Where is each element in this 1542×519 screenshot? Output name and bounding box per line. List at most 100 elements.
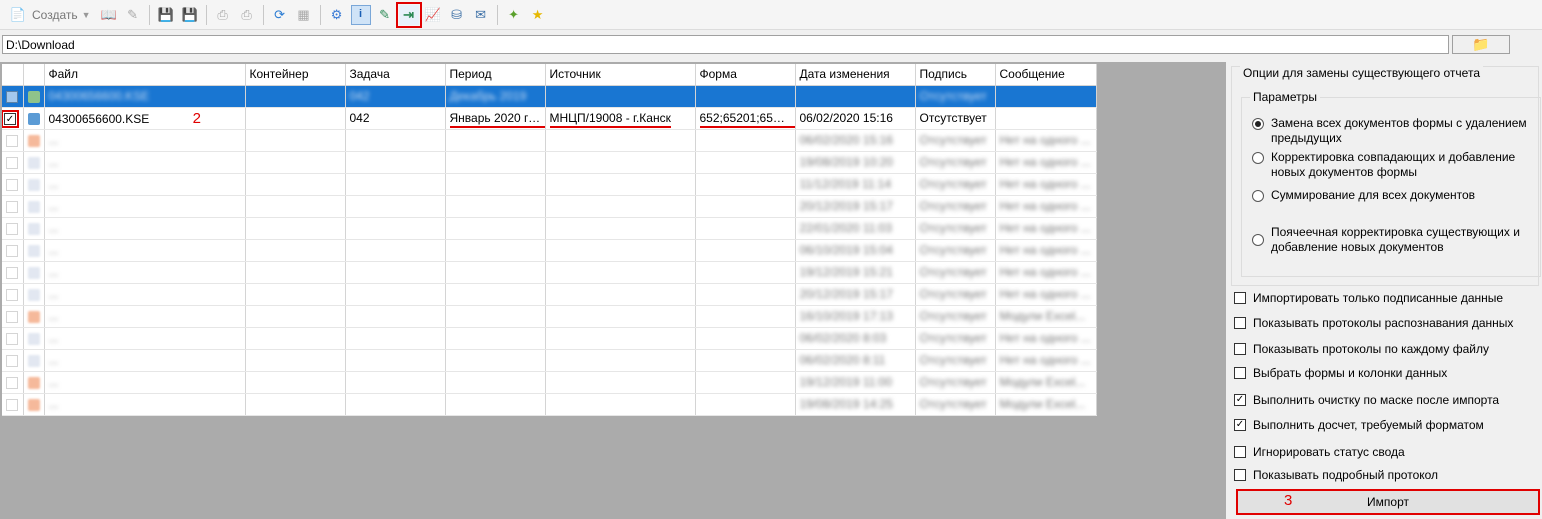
table-row[interactable]: ... 19/12/2019 11:00 Отсутствует Модули Exc…	[2, 371, 1097, 394]
row-checkbox-cell[interactable]	[2, 371, 24, 394]
row-checkbox[interactable]	[6, 178, 18, 191]
checkbox[interactable]	[1234, 367, 1246, 379]
header-container[interactable]: Контейнер	[245, 64, 346, 86]
header-message[interactable]: Сообщение	[995, 64, 1097, 86]
row-checkbox[interactable]	[6, 222, 18, 235]
settings-icon[interactable]: ⚙	[327, 5, 347, 25]
table-row[interactable]: ... 22/01/2020 11:03 Отсутствует Нет на одн…	[2, 217, 1097, 240]
radio-button[interactable]	[1252, 118, 1264, 130]
new-document-icon[interactable]: 📄	[8, 5, 28, 25]
table-row[interactable]: ... 06/02/2020 8:11 Отсутствует Нет на одно…	[2, 349, 1097, 372]
checkbox-checked[interactable]: ✓	[1234, 394, 1246, 406]
row-checkbox-cell[interactable]	[2, 85, 24, 108]
refresh-icon[interactable]: ⟳	[270, 5, 290, 25]
checkbox[interactable]	[1234, 469, 1246, 481]
edit-document-icon[interactable]: ✎	[123, 5, 143, 25]
row-checkbox-cell[interactable]	[2, 349, 24, 372]
table-row[interactable]: ... 20/12/2019 15:17 Отсутствует Нет на одн…	[2, 195, 1097, 218]
table-row-checked[interactable]: ✓ 04300656600.KSE 2 042 Январь 2020 го..…	[2, 107, 1097, 130]
row-checkbox-cell[interactable]	[2, 305, 24, 328]
table-row[interactable]: ... 19/08/2019 14:25 Отсутствует Модули Exc…	[2, 393, 1097, 416]
notepad-icon[interactable]: ✎	[375, 5, 395, 25]
checkbox[interactable]	[1234, 343, 1246, 355]
row-checkbox[interactable]	[6, 288, 18, 301]
table-row[interactable]: ... 06/02/2020 8:03 Отсутствует Нет на одно…	[2, 327, 1097, 350]
radio-button[interactable]	[1252, 152, 1264, 164]
row-checkbox[interactable]	[6, 398, 18, 411]
row-checkbox[interactable]	[6, 244, 18, 257]
row-checkbox[interactable]	[6, 90, 18, 103]
row-checkbox-cell[interactable]	[2, 327, 24, 350]
create-button[interactable]: Создать ▼	[30, 8, 97, 22]
row-checkbox[interactable]	[6, 134, 18, 147]
row-checkbox-cell[interactable]	[2, 393, 24, 416]
pin-icon[interactable]: ✦	[504, 5, 524, 25]
checkbox-format-recalc[interactable]: ✓ Выполнить досчет, требуемый форматом	[1234, 418, 1484, 432]
row-checkbox-cell[interactable]	[2, 283, 24, 306]
row-checkbox-cell[interactable]	[2, 151, 24, 174]
checkbox-show-recognition-logs[interactable]: Показывать протоколы распознавания данны…	[1234, 316, 1513, 330]
row-checkbox-cell[interactable]	[2, 195, 24, 218]
header-signature[interactable]: Подпись	[915, 64, 996, 86]
header-form[interactable]: Форма	[695, 64, 796, 86]
row-checkbox-cell[interactable]	[2, 173, 24, 196]
row-checkbox-cell[interactable]: ✓	[2, 107, 24, 130]
radio-correct-add[interactable]: Корректировка совпадающих и добавление н…	[1252, 150, 1541, 180]
checkbox-select-forms[interactable]: Выбрать формы и колонки данных	[1234, 366, 1447, 380]
row-checkbox[interactable]	[6, 266, 18, 279]
print-preview-icon[interactable]: ⎙	[237, 5, 257, 25]
browse-button[interactable]: 📁	[1452, 35, 1510, 54]
row-checkbox[interactable]	[6, 200, 18, 213]
table-row[interactable]: ... 20/12/2019 15:17 Отсутствует Нет на одн…	[2, 283, 1097, 306]
header-task[interactable]: Задача	[345, 64, 446, 86]
checkbox-show-file-logs[interactable]: Показывать протоколы по каждому файлу	[1234, 342, 1489, 356]
table-row[interactable]: ... 16/10/2019 17:13 Отсутствует Модули Exc…	[2, 305, 1097, 328]
checkbox-checked[interactable]: ✓	[1234, 419, 1246, 431]
star-icon[interactable]: ★	[528, 5, 548, 25]
header-date[interactable]: Дата изменения	[795, 64, 916, 86]
checkbox-mask-cleanup[interactable]: ✓ Выполнить очистку по маске после импор…	[1234, 393, 1499, 407]
table-row[interactable]: ... 19/08/2019 10:20 Отсутствует Нет на одн…	[2, 151, 1097, 174]
print-icon[interactable]: ⎙	[213, 5, 233, 25]
book-icon[interactable]: 📖	[99, 5, 119, 25]
radio-replace-all[interactable]: Замена всех документов формы с удалением…	[1252, 116, 1541, 146]
info-icon[interactable]: i	[350, 4, 371, 25]
row-checkbox-cell[interactable]	[2, 129, 24, 152]
path-input[interactable]	[2, 35, 1449, 54]
chart-icon[interactable]: 📈	[423, 5, 443, 25]
table-row[interactable]: ... 06/02/2020 15:16 Отсутствует Нет на одн…	[2, 129, 1097, 152]
table-row[interactable]: ... 06/10/2019 15:04 Отсутствует Нет на одн…	[2, 239, 1097, 262]
radio-button[interactable]	[1252, 234, 1264, 246]
radio-sum-all[interactable]: Суммирование для всех документов	[1252, 188, 1541, 203]
row-checkbox[interactable]	[6, 354, 18, 367]
radio-button[interactable]	[1252, 190, 1264, 202]
save-icon[interactable]: 💾	[156, 5, 176, 25]
row-checkbox-checked[interactable]: ✓	[2, 109, 19, 128]
mail-icon[interactable]: ✉	[471, 5, 491, 25]
row-checkbox-cell[interactable]	[2, 239, 24, 262]
table-row[interactable]: ... 19/12/2019 15:21 Отсутствует Нет на одн…	[2, 261, 1097, 284]
row-checkbox[interactable]	[6, 310, 18, 323]
checkbox[interactable]	[1234, 317, 1246, 329]
row-checkbox[interactable]	[6, 156, 18, 169]
checkbox[interactable]	[1234, 292, 1246, 304]
checkbox-detailed-log[interactable]: Показывать подробный протокол	[1234, 468, 1438, 482]
database-icon[interactable]: ⛁	[447, 5, 467, 25]
header-check[interactable]	[2, 64, 24, 86]
row-checkbox[interactable]	[6, 332, 18, 345]
checkbox[interactable]	[1234, 446, 1246, 458]
table-row-selected[interactable]: 04300656600.KSE 042 Декабрь 2019 Отсутст…	[2, 85, 1097, 108]
header-file[interactable]: Файл	[44, 64, 246, 86]
table-row[interactable]: ... 11/12/2019 11:14 Отсутствует Нет на одн…	[2, 173, 1097, 196]
row-checkbox-cell[interactable]	[2, 217, 24, 240]
import-icon[interactable]: ⇥	[395, 1, 422, 28]
table-icon[interactable]: ▦	[294, 5, 314, 25]
header-source[interactable]: Источник	[545, 64, 696, 86]
checkbox-ignore-status[interactable]: Игнорировать статус свода	[1234, 445, 1405, 459]
import-button[interactable]: Импорт	[1236, 489, 1540, 515]
row-checkbox[interactable]	[6, 376, 18, 389]
radio-cell-correct[interactable]: Поячеечная корректировка существующих и …	[1252, 225, 1541, 255]
row-checkbox-cell[interactable]	[2, 261, 24, 284]
header-period[interactable]: Период	[445, 64, 546, 86]
checkbox-import-signed[interactable]: Импортировать только подписанные данные	[1234, 291, 1503, 305]
